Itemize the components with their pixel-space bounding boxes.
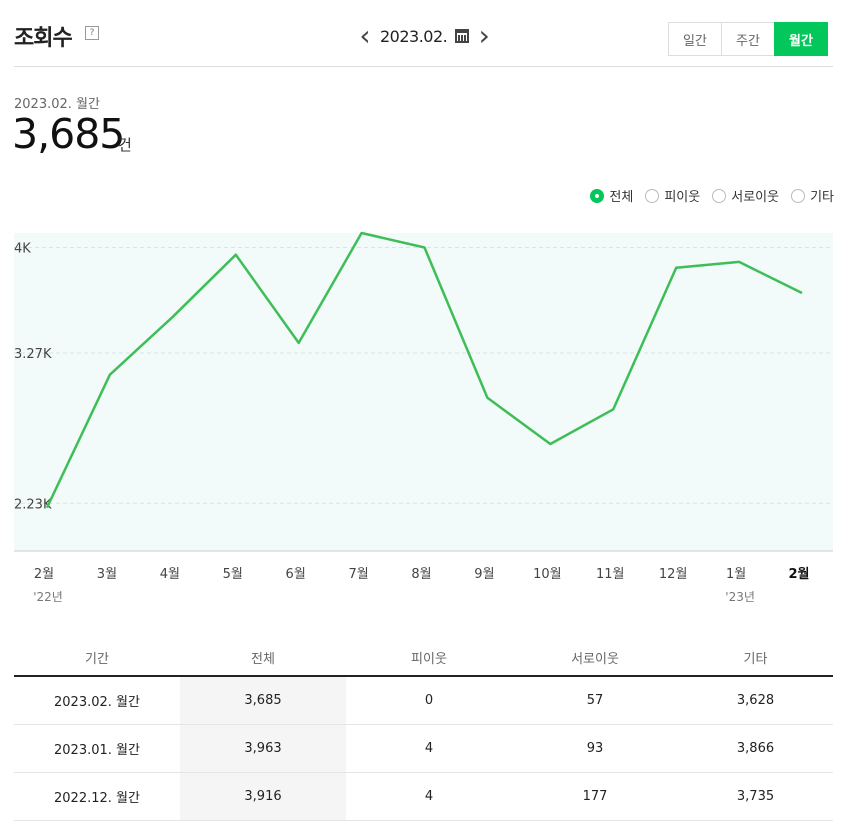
x-tick-label: 7월 bbox=[348, 567, 368, 582]
x-tick-label: 12월 bbox=[659, 567, 688, 582]
table-cell: 3,916 bbox=[180, 773, 346, 821]
table-cell: 3,963 bbox=[180, 725, 346, 773]
radio-icon bbox=[712, 189, 726, 203]
x-tick-label: 1월 bbox=[726, 567, 746, 582]
x-tick-label: 4월 bbox=[160, 567, 180, 582]
table-cell: 4 bbox=[346, 725, 512, 773]
summary-value: 3,685 bbox=[12, 110, 124, 158]
legend-label: 서로이웃 bbox=[731, 186, 779, 205]
x-tick-label: 11월 bbox=[596, 567, 625, 582]
table-row: 2023.01. 월간 3,963 4 93 3,866 bbox=[14, 725, 833, 773]
column-header: 전체 bbox=[180, 640, 346, 676]
legend-item-all[interactable]: 전체 bbox=[590, 186, 633, 205]
table-cell: 93 bbox=[512, 725, 678, 773]
table-cell: 0 bbox=[346, 676, 512, 725]
x-year-label: '23년 bbox=[725, 590, 755, 604]
legend-item-other[interactable]: 기타 bbox=[791, 186, 834, 205]
column-header: 기타 bbox=[678, 640, 833, 676]
x-tick-label: 10월 bbox=[533, 567, 562, 582]
table-cell: 3,628 bbox=[678, 676, 833, 725]
legend-label: 전체 bbox=[609, 186, 633, 205]
next-period-arrow-icon[interactable]: › bbox=[475, 22, 493, 50]
x-tick-label: 6월 bbox=[286, 567, 306, 582]
x-tick-label: 8월 bbox=[411, 567, 431, 582]
prev-period-arrow-icon[interactable]: ‹ bbox=[356, 22, 374, 50]
x-year-label: '22년 bbox=[33, 590, 63, 604]
x-tick-label: 3월 bbox=[97, 567, 117, 582]
radio-icon bbox=[791, 189, 805, 203]
table-row: 2022.12. 월간 3,916 4 177 3,735 bbox=[14, 773, 833, 821]
table-cell: 3,735 bbox=[678, 773, 833, 821]
table-cell: 4 bbox=[346, 773, 512, 821]
x-tick-label: 2월 bbox=[788, 566, 809, 582]
legend-item-mutual-neighbor[interactable]: 서로이웃 bbox=[712, 186, 779, 205]
table-cell: 2022.12. 월간 bbox=[14, 773, 180, 821]
tab-weekly[interactable]: 주간 bbox=[721, 22, 775, 56]
column-header: 피이웃 bbox=[346, 640, 512, 676]
legend-label: 피이웃 bbox=[664, 186, 700, 205]
help-icon[interactable]: ? bbox=[85, 26, 99, 40]
x-tick-label: 2월 bbox=[34, 567, 54, 582]
chart-legend: 전체 피이웃 서로이웃 기타 bbox=[590, 186, 834, 205]
views-line-chart: 4K 3.27K 2.23K 2월 '22년 3월 4월 5월 6월 7월 8월 9월 10월 11월 12… bbox=[0, 225, 849, 615]
x-tick-label: 9월 bbox=[474, 567, 494, 582]
radio-selected-icon bbox=[590, 189, 604, 203]
y-tick-label: 3.27K bbox=[14, 347, 52, 362]
calendar-icon[interactable] bbox=[455, 29, 469, 43]
legend-label: 기타 bbox=[810, 186, 834, 205]
table-cell: 2023.02. 월간 bbox=[14, 676, 180, 725]
date-navigator: ‹ 2023.02. › bbox=[356, 20, 493, 52]
table-cell: 177 bbox=[512, 773, 678, 821]
column-header: 서로이웃 bbox=[512, 640, 678, 676]
column-header: 기간 bbox=[14, 640, 180, 676]
period-tabs: 일간 주간 월간 bbox=[669, 22, 828, 56]
radio-icon bbox=[645, 189, 659, 203]
legend-item-neighbor-ref[interactable]: 피이웃 bbox=[645, 186, 700, 205]
table-cell: 57 bbox=[512, 676, 678, 725]
tab-daily[interactable]: 일간 bbox=[668, 22, 722, 56]
summary-unit: 건 bbox=[118, 134, 132, 155]
stats-table: 기간 전체 피이웃 서로이웃 기타 2023.02. 월간 3,685 0 57… bbox=[14, 640, 833, 821]
table-cell: 3,866 bbox=[678, 725, 833, 773]
y-tick-label: 4K bbox=[14, 241, 31, 256]
current-date: 2023.02. bbox=[380, 27, 447, 46]
y-tick-label: 2.23K bbox=[14, 497, 52, 512]
header-divider bbox=[14, 66, 833, 67]
table-header-row: 기간 전체 피이웃 서로이웃 기타 bbox=[14, 640, 833, 676]
tab-monthly[interactable]: 월간 bbox=[774, 22, 828, 56]
table-row: 2023.02. 월간 3,685 0 57 3,628 bbox=[14, 676, 833, 725]
page-title: 조회수 bbox=[14, 20, 72, 52]
table-cell: 3,685 bbox=[180, 676, 346, 725]
x-tick-label: 5월 bbox=[223, 567, 243, 582]
table-cell: 2023.01. 월간 bbox=[14, 725, 180, 773]
